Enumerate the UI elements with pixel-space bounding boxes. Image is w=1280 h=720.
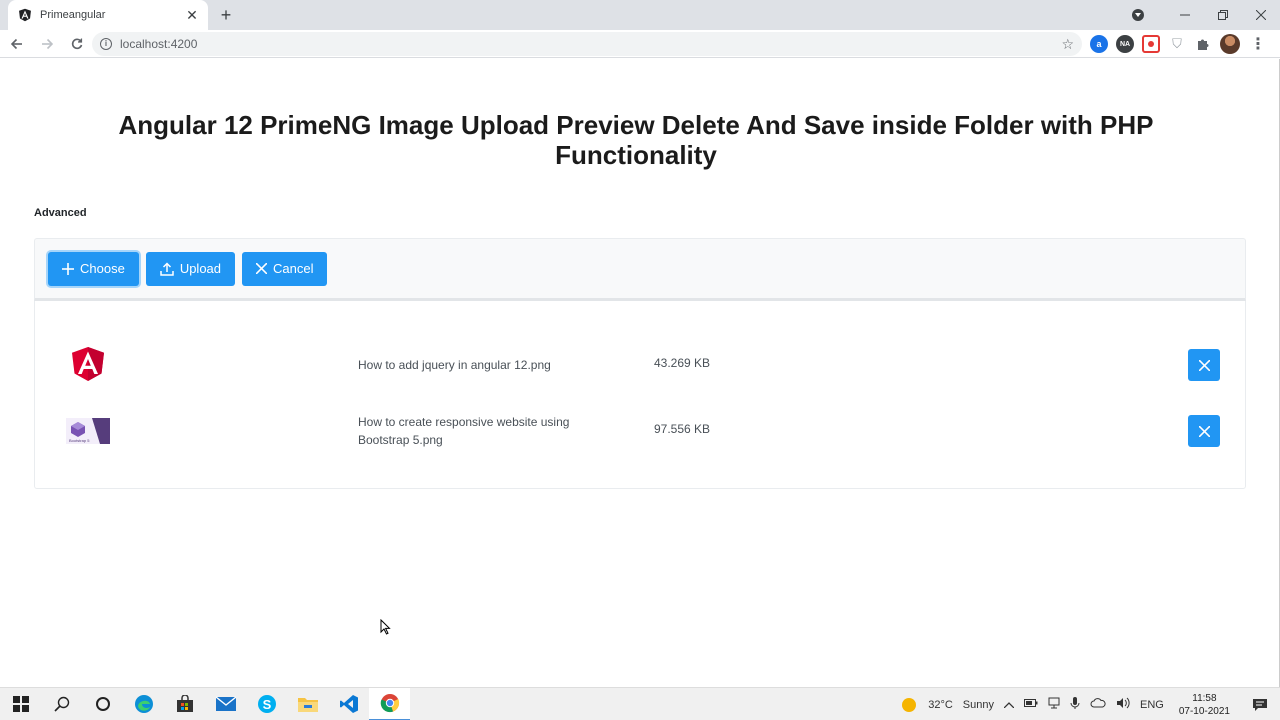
system-clock[interactable]: 11:58 07-10-2021 (1179, 692, 1230, 718)
remove-file-button[interactable] (1188, 349, 1220, 381)
file-row: How to add jquery in angular 12.png 43.2… (35, 341, 1245, 389)
close-window-icon[interactable] (1242, 0, 1280, 30)
extensions-puzzle-icon[interactable] (1194, 35, 1212, 53)
battery-icon[interactable] (1024, 698, 1038, 711)
file-name: How to add jquery in angular 12.png (358, 358, 551, 372)
onedrive-cloud-icon[interactable] (1090, 698, 1106, 711)
cortana-icon[interactable] (82, 688, 123, 720)
times-icon (1198, 359, 1210, 371)
mail-icon[interactable] (205, 688, 246, 720)
angular-favicon-icon (18, 8, 32, 22)
bookmark-star-icon[interactable]: ☆ (1061, 36, 1074, 53)
window-controls (1132, 0, 1280, 30)
browser-menu-icon[interactable]: ⋮ (1250, 34, 1266, 54)
page-title: Angular 12 PrimeNG Image Upload Preview … (118, 110, 1154, 170)
mouse-pointer-icon (380, 618, 392, 640)
choose-button[interactable]: Choose (48, 251, 139, 286)
choose-button-label: Choose (80, 261, 125, 276)
file-upload-toolbar: Choose Upload Cancel (34, 238, 1246, 301)
system-tray: 32°C Sunny ENG 11:58 07-10-2021 (902, 688, 1280, 720)
file-size: 97.556 KB (654, 422, 711, 436)
browser-tab[interactable]: Primeangular ✕ (8, 0, 208, 30)
volume-icon[interactable] (1116, 697, 1130, 712)
tab-close-icon[interactable]: ✕ (184, 7, 200, 23)
clock-date: 07-10-2021 (1178, 705, 1230, 717)
search-icon[interactable] (41, 688, 82, 720)
angular-logo-thumbnail (63, 341, 113, 389)
tab-title: Primeangular (40, 9, 106, 21)
cancel-button-label: Cancel (273, 261, 314, 276)
weather-sun-icon[interactable] (902, 697, 917, 712)
extensions-area: a NA ⛉ ⋮ (1090, 32, 1266, 56)
file-upload-component: Choose Upload Cancel How to add jquery i… (34, 238, 1246, 489)
upload-icon (160, 261, 174, 276)
remove-file-button[interactable] (1188, 415, 1220, 447)
clock-time: 11:58 (1192, 692, 1217, 704)
restore-icon[interactable] (1204, 0, 1242, 30)
minimize-icon[interactable] (1166, 0, 1204, 30)
skype-icon[interactable]: S (246, 688, 287, 720)
reload-icon[interactable] (64, 31, 90, 57)
forward-arrow-icon[interactable] (34, 31, 60, 57)
svg-text:S: S (262, 697, 271, 712)
page-content: Angular 12 PrimeNG Image Upload Preview … (0, 59, 1280, 687)
vscode-icon[interactable] (328, 688, 369, 720)
cancel-button[interactable]: Cancel (242, 251, 328, 286)
microsoft-store-icon[interactable] (164, 688, 205, 720)
address-bar[interactable]: i localhost:4200 ☆ (92, 32, 1082, 56)
weather-temperature[interactable]: 32°C (928, 699, 953, 711)
browser-tab-strip: Primeangular ✕ + (0, 0, 1280, 30)
microphone-icon[interactable] (1070, 696, 1080, 713)
tab-search-icon[interactable] (1132, 9, 1144, 21)
file-list: How to add jquery in angular 12.png 43.2… (34, 301, 1246, 489)
url-text[interactable]: localhost:4200 (120, 37, 1061, 51)
show-hidden-icons-chevron-icon[interactable] (1003, 699, 1015, 711)
section-label-advanced: Advanced (34, 207, 87, 219)
back-arrow-icon[interactable] (4, 31, 30, 57)
network-adapter-icon[interactable] (1048, 697, 1060, 712)
notification-center-icon[interactable] (1240, 698, 1280, 712)
bootstrap-thumb-caption: Bootstrap 5 (69, 438, 90, 443)
profile-avatar[interactable] (1220, 34, 1240, 54)
windows-start-icon[interactable] (0, 688, 41, 720)
new-tab-button[interactable]: + (216, 5, 236, 25)
upload-button-label: Upload (179, 261, 222, 276)
windows-taskbar: S 32°C Sunny ENG 11:58 07-10-2021 (0, 687, 1280, 720)
weather-description[interactable]: Sunny (963, 699, 994, 711)
file-row: Bootstrap 5 How to create responsive web… (35, 407, 1245, 455)
times-icon (256, 263, 268, 274)
input-language[interactable]: ENG (1140, 699, 1164, 711)
extension-na-icon[interactable]: NA (1116, 35, 1134, 53)
screen-recorder-icon[interactable] (1142, 35, 1160, 53)
chrome-icon[interactable] (369, 687, 410, 720)
site-info-icon[interactable]: i (100, 38, 112, 50)
file-explorer-icon[interactable] (287, 688, 328, 720)
file-name: How to create responsive website using B… (358, 415, 570, 447)
extension-a-icon[interactable]: a (1090, 35, 1108, 53)
file-size: 43.269 KB (654, 356, 711, 370)
browser-toolbar: i localhost:4200 ☆ a NA ⛉ ⋮ (0, 30, 1280, 58)
shield-extension-icon[interactable]: ⛉ (1168, 35, 1186, 53)
bootstrap-thumbnail: Bootstrap 5 (63, 407, 113, 455)
upload-button[interactable]: Upload (145, 251, 236, 286)
times-icon (1198, 425, 1210, 437)
plus-icon (62, 262, 74, 275)
edge-browser-icon[interactable] (123, 688, 164, 720)
